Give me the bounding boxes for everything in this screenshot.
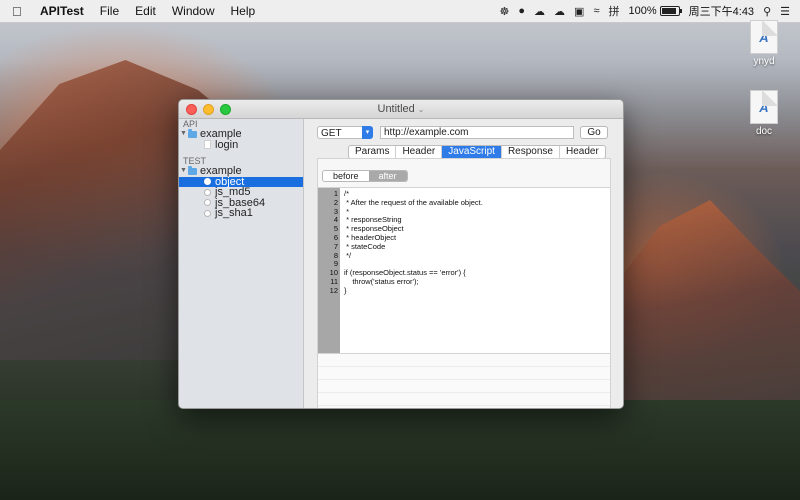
disclosure-triangle-icon[interactable]: ▼ [179, 166, 188, 177]
sidebar-item-login[interactable]: login [179, 138, 303, 151]
notification-center-icon[interactable]: ☰ [780, 5, 790, 18]
desktop-file-label: doc [755, 126, 773, 137]
item-label: js_md5 [215, 186, 251, 198]
input-method-icon[interactable]: 拼 [609, 3, 620, 19]
folder-label: example [200, 128, 242, 140]
code-line: throw('status error'); [344, 276, 419, 286]
sidebar-folder-api-example[interactable]: ▼ example [179, 128, 303, 140]
console-line [318, 367, 610, 380]
sidebar-item-js-md5[interactable]: js_md5 [179, 187, 303, 198]
code-text[interactable]: /* * After the request of the available … [344, 189, 483, 296]
tab-javascript[interactable]: JavaScript [442, 146, 502, 158]
desktop-file-doc[interactable]: A doc [740, 90, 788, 137]
file-icon [204, 140, 211, 150]
window-titlebar[interactable]: Untitled ⌄ [179, 100, 623, 119]
code-line: } [344, 285, 347, 295]
battery-fill [661, 8, 676, 14]
wifi-icon[interactable]: ≈ [593, 5, 599, 17]
battery-icon [659, 6, 682, 16]
code-line: */ [344, 250, 352, 260]
folder-icon [188, 165, 197, 175]
window-title: Untitled [377, 103, 415, 115]
script-dot-icon [204, 199, 211, 207]
main-content: GET ▾ http://example.com Go Params Heade… [304, 119, 623, 408]
script-dot-icon [204, 188, 211, 196]
desktop-file-label: ynyd [753, 56, 775, 67]
battery-indicator[interactable]: 100% [628, 5, 682, 17]
sidebar-item-js-sha1[interactable]: js_sha1 [179, 208, 303, 219]
tab-params[interactable]: Params [349, 146, 397, 158]
console-output[interactable] [318, 354, 610, 408]
menu-app-name[interactable]: APITest [40, 4, 84, 18]
console-line [318, 393, 610, 406]
tab-response[interactable]: Response [502, 146, 560, 158]
menu-file[interactable]: File [100, 4, 119, 18]
chevron-updown-icon[interactable]: ▾ [362, 126, 373, 139]
document-icon: A [750, 20, 778, 54]
sync-icon[interactable]: ☸ [500, 5, 510, 18]
wallpaper-forest [0, 400, 800, 500]
javascript-panel: before after 1 2 3 4 5 6 7 8 9 10 11 12 /* * After … [317, 158, 611, 408]
item-label: js_sha1 [215, 207, 253, 219]
zoom-button[interactable] [220, 104, 231, 115]
cloud-outline-icon[interactable]: ☁ [554, 5, 565, 18]
close-button[interactable] [186, 104, 197, 115]
sidebar: API ▼ example login TEST ▼ example objec… [179, 119, 304, 408]
tab-response-header[interactable]: Header [560, 146, 605, 158]
window-controls [186, 104, 231, 115]
go-button[interactable]: Go [580, 126, 608, 139]
tab-header[interactable]: Header [396, 146, 443, 158]
line-number-gutter: 1 2 3 4 5 6 7 8 9 10 11 12 [318, 188, 340, 353]
request-tabs: Params Header JavaScript Response Header [348, 145, 606, 159]
item-label: login [215, 138, 239, 151]
folder-label: example [200, 165, 242, 177]
menubar-clock[interactable]: 周三下午4:43 [689, 3, 754, 19]
desktop-file-ynyd[interactable]: A ynyd [740, 20, 788, 67]
segment-before[interactable]: before [323, 171, 369, 181]
apple-menu-icon[interactable]:  [12, 4, 26, 19]
menu-bar:  APITest File Edit Window Help ☸ ● ☁ ☁ … [0, 0, 800, 23]
sidebar-folder-test-example[interactable]: ▼ example [179, 165, 303, 177]
http-method-select[interactable]: GET ▾ [317, 126, 373, 139]
spotlight-search-icon[interactable]: ⚲ [763, 5, 771, 18]
script-phase-segmented-control: before after [322, 170, 408, 182]
minimize-button[interactable] [203, 104, 214, 115]
save-disk-icon[interactable]: ▣ [574, 5, 584, 18]
menu-help[interactable]: Help [231, 4, 256, 18]
apitest-window: Untitled ⌄ API ▼ example login TEST ▼ ex… [178, 99, 624, 409]
battery-percent: 100% [628, 5, 657, 17]
menu-window[interactable]: Window [172, 4, 215, 18]
console-line [318, 354, 610, 367]
line-number: 12 [329, 285, 338, 295]
menubar-status-area: ☸ ● ☁ ☁ ▣ ≈ 拼 100% 周三下午4:43 ⚲ ☰ [500, 3, 790, 19]
chevron-down-icon[interactable]: ⌄ [418, 105, 425, 114]
console-line [318, 380, 610, 393]
cloud-icon[interactable]: ☁ [534, 5, 545, 18]
request-bar: GET ▾ http://example.com Go [317, 126, 608, 139]
url-input[interactable]: http://example.com [380, 126, 574, 139]
script-dot-icon [204, 178, 211, 186]
menu-edit[interactable]: Edit [135, 4, 156, 18]
disclosure-triangle-icon[interactable]: ▼ [179, 129, 188, 140]
script-dot-icon [204, 209, 211, 217]
document-icon: A [750, 90, 778, 124]
code-editor[interactable]: 1 2 3 4 5 6 7 8 9 10 11 12 /* * After the request o… [318, 187, 610, 354]
method-value: GET [321, 128, 342, 139]
qq-penguin-icon[interactable]: ● [518, 5, 525, 17]
code-line: * After the request of the available obj… [344, 197, 483, 207]
folder-icon [188, 128, 197, 138]
code-line: * stateCode [344, 241, 386, 251]
segment-after[interactable]: after [368, 171, 407, 181]
